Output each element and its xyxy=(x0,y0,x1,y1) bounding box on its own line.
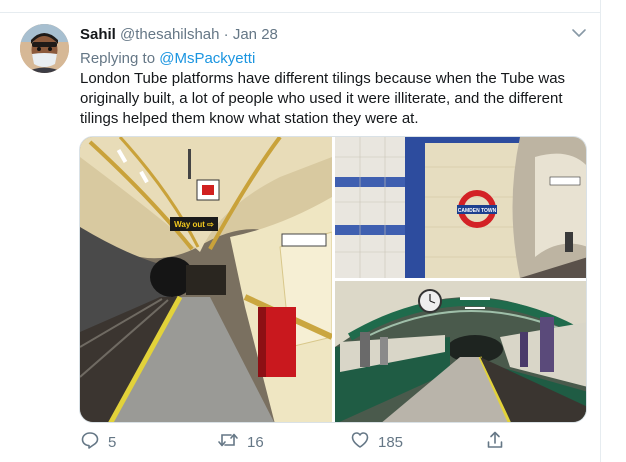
photo-top-right[interactable]: CAMDEN TOWN xyxy=(335,137,587,278)
display-name[interactable]: Sahil xyxy=(80,26,116,43)
separator: · xyxy=(223,26,229,43)
previous-tweet-partial-icons xyxy=(0,0,160,6)
tweet-date[interactable]: Jan 28 xyxy=(233,26,278,43)
reply-icon xyxy=(80,430,100,454)
tweet-header: Sahil @thesahilshah · Jan 28 xyxy=(80,25,278,44)
retweet-count: 16 xyxy=(247,433,264,451)
camden-town-sign: CAMDEN TOWN xyxy=(458,208,497,214)
avatar[interactable] xyxy=(20,24,69,73)
previous-tweet-actions xyxy=(0,0,600,13)
share-icon xyxy=(485,430,505,454)
tweet-frame: Sahil @thesahilshah · Jan 28 Replying to… xyxy=(0,0,626,462)
column-border xyxy=(600,0,601,462)
tweet-text: London Tube platforms have different til… xyxy=(80,70,566,127)
retweet-button[interactable]: 16 xyxy=(217,430,264,454)
tweet-actions: 5 16 185 xyxy=(80,430,520,454)
photo-left[interactable]: Way out ⇨ xyxy=(80,137,334,423)
replying-to-link[interactable]: @MsPackyetti xyxy=(159,50,255,67)
media-grid: Way out ⇨ CAMDEN TOWN xyxy=(79,136,587,423)
replying-to-label: Replying to xyxy=(80,50,156,67)
handle[interactable]: @thesahilshah xyxy=(120,26,219,43)
like-button[interactable]: 185 xyxy=(350,430,403,454)
way-out-sign: Way out ⇨ xyxy=(174,220,214,229)
reply-button[interactable]: 5 xyxy=(80,430,116,454)
chevron-down-icon[interactable] xyxy=(569,25,589,41)
share-button[interactable] xyxy=(485,430,505,454)
reply-count: 5 xyxy=(108,433,117,451)
replying-to-line: Replying to @MsPackyetti xyxy=(80,49,255,68)
heart-icon xyxy=(350,430,370,454)
like-count: 185 xyxy=(378,433,404,451)
photo-bottom-right[interactable] xyxy=(335,281,587,423)
retweet-icon xyxy=(217,430,239,454)
